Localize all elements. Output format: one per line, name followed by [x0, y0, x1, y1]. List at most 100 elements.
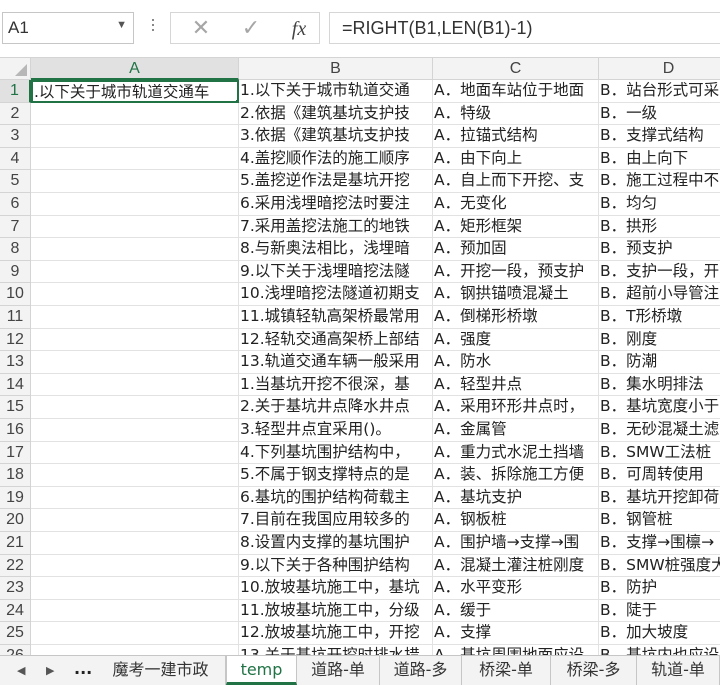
row-header[interactable]: 17 [0, 441, 31, 465]
cell-a[interactable] [31, 351, 239, 374]
row-header[interactable]: 2 [0, 102, 31, 126]
cell-d[interactable]: B．支撑→围檩→ [599, 532, 720, 555]
cell-a[interactable] [31, 373, 239, 397]
cell-a[interactable] [31, 645, 239, 655]
cell-a[interactable] [31, 441, 239, 465]
cell-a[interactable] [31, 283, 239, 306]
cell-c[interactable]: A．开挖一段，预支护 [433, 260, 599, 284]
cell-c[interactable]: A．防水 [433, 351, 599, 374]
cell-b[interactable]: 10.放坡基坑施工中，基坑 [239, 577, 433, 600]
cell-d[interactable]: B．均匀 [599, 193, 720, 216]
cell-b[interactable]: 13.轨道交通车辆一般采用 [239, 351, 433, 374]
row-header[interactable]: 26 [0, 645, 31, 655]
cell-a[interactable] [31, 125, 239, 148]
cell-b[interactable]: 5.盖挖逆作法是基坑开挖 [239, 170, 433, 193]
cell-a[interactable] [31, 554, 239, 578]
cell-d[interactable]: B．基坑宽度小于 [599, 396, 720, 419]
cell-b[interactable]: 7.采用盖挖法施工的地铁 [239, 215, 433, 239]
row-header[interactable]: 20 [0, 509, 31, 532]
row-header[interactable]: 8 [0, 238, 31, 261]
cell-b[interactable]: 11.城镇轻轨高架桥最常用 [239, 306, 433, 329]
cell-b[interactable]: 2.关于基坑井点降水井点 [239, 396, 433, 419]
cell-b[interactable]: 11.放坡基坑施工中，分级 [239, 599, 433, 623]
scroll-left-icon[interactable]: ◀ [17, 664, 25, 677]
cell-d[interactable]: B．可周转使用 [599, 464, 720, 487]
cell-b[interactable]: 6.采用浅埋暗挖法时要注 [239, 193, 433, 216]
cell-d[interactable]: B．超前小导管注 [599, 283, 720, 306]
cell-d[interactable]: B．一级 [599, 102, 720, 126]
cell-d[interactable]: B．刚度 [599, 328, 720, 352]
cell-d[interactable]: B．防潮 [599, 351, 720, 374]
sheet-tab[interactable]: 轨道-单 [637, 656, 720, 685]
row-header[interactable]: 21 [0, 532, 31, 555]
cell-a[interactable] [31, 486, 239, 510]
cell-a[interactable] [31, 622, 239, 645]
cell-c[interactable]: A．采用环形井点时， [433, 396, 599, 419]
cell-b[interactable]: 1.当基坑开挖不很深，基 [239, 373, 433, 397]
cell-c[interactable]: A．钢板桩 [433, 509, 599, 532]
cell-d[interactable]: B．加大坡度 [599, 622, 720, 645]
cell-c[interactable]: A．支撑 [433, 622, 599, 645]
cell-b[interactable]: 10.浅埋暗挖法隧道初期支 [239, 283, 433, 306]
cancel-icon[interactable]: ✕ [189, 17, 213, 41]
active-cell[interactable]: .以下关于城市轨道交通车 [31, 80, 239, 103]
cell-c[interactable]: A．金属管 [433, 419, 599, 442]
cell-a[interactable] [31, 509, 239, 532]
sheet-tab[interactable]: 魔考一建市政 [96, 656, 226, 685]
sheet-tab[interactable]: 桥梁-单 [462, 656, 551, 685]
cell-d[interactable]: B．基坑内也应设 [599, 645, 720, 655]
cell-d[interactable]: B．支撑式结构 [599, 125, 720, 148]
cell-b[interactable]: 3.轻型井点宜采用()。 [239, 419, 433, 442]
scroll-right-icon[interactable]: ▶ [46, 664, 54, 677]
cell-d[interactable]: B．集水明排法 [599, 373, 720, 397]
cell-b[interactable]: 7.目前在我国应用较多的 [239, 509, 433, 532]
sheet-tab[interactable]: temp [226, 656, 297, 685]
cell-c[interactable]: A．围护墙→支撑→围 [433, 532, 599, 555]
name-box[interactable]: A1 ▼ [2, 12, 134, 44]
cell-b[interactable]: 3.依据《建筑基坑支护技 [239, 125, 433, 148]
row-header[interactable]: 18 [0, 464, 31, 487]
row-header[interactable]: 19 [0, 486, 31, 510]
row-header[interactable]: 9 [0, 260, 31, 284]
cell-a[interactable] [31, 464, 239, 487]
fill-handle[interactable] [235, 98, 237, 101]
cell-a[interactable] [31, 193, 239, 216]
row-header[interactable]: 24 [0, 599, 31, 623]
drag-handle-icon[interactable] [150, 16, 156, 40]
cell-c[interactable]: A．强度 [433, 328, 599, 352]
cell-a[interactable] [31, 419, 239, 442]
cell-c[interactable]: A．由下向上 [433, 147, 599, 171]
column-header-a[interactable]: A [31, 58, 239, 80]
insert-function-icon[interactable]: fx [287, 17, 311, 41]
cell-c[interactable]: A．特级 [433, 102, 599, 126]
cell-d[interactable]: B．支护一段，开 [599, 260, 720, 284]
cell-c[interactable]: A．钢拱锚喷混凝土 [433, 283, 599, 306]
cell-c[interactable]: A．装、拆除施工方便 [433, 464, 599, 487]
row-header[interactable]: 15 [0, 396, 31, 419]
cell-a[interactable] [31, 328, 239, 352]
row-header[interactable]: 7 [0, 215, 31, 239]
cell-a[interactable] [31, 260, 239, 284]
row-header[interactable]: 22 [0, 554, 31, 578]
row-header[interactable]: 3 [0, 125, 31, 148]
cell-b[interactable]: 8.与新奥法相比，浅埋暗 [239, 238, 433, 261]
cell-b[interactable]: 2.依据《建筑基坑支护技 [239, 102, 433, 126]
cell-a[interactable] [31, 238, 239, 261]
cell-c[interactable]: A．水平变形 [433, 577, 599, 600]
cell-b[interactable]: 6.基坑的围护结构荷载主 [239, 486, 433, 510]
row-header[interactable]: 23 [0, 577, 31, 600]
cell-a[interactable] [31, 599, 239, 623]
cell-c[interactable]: A．倒梯形桥墩 [433, 306, 599, 329]
cell-c[interactable]: A．自上而下开挖、支 [433, 170, 599, 193]
cell-d[interactable]: B．SMW工法桩 [599, 441, 720, 465]
cell-a[interactable] [31, 147, 239, 171]
cell-c[interactable]: A．缓于 [433, 599, 599, 623]
cell-a[interactable] [31, 577, 239, 600]
cell-a[interactable] [31, 532, 239, 555]
cell-d[interactable]: B．无砂混凝土滤 [599, 419, 720, 442]
row-header[interactable]: 12 [0, 328, 31, 352]
sheet-tab[interactable]: 道路-单 [297, 656, 380, 685]
cell-c[interactable]: A．矩形框架 [433, 215, 599, 239]
row-header[interactable]: 13 [0, 351, 31, 374]
cell-b[interactable]: 5.不属于钢支撑特点的是 [239, 464, 433, 487]
